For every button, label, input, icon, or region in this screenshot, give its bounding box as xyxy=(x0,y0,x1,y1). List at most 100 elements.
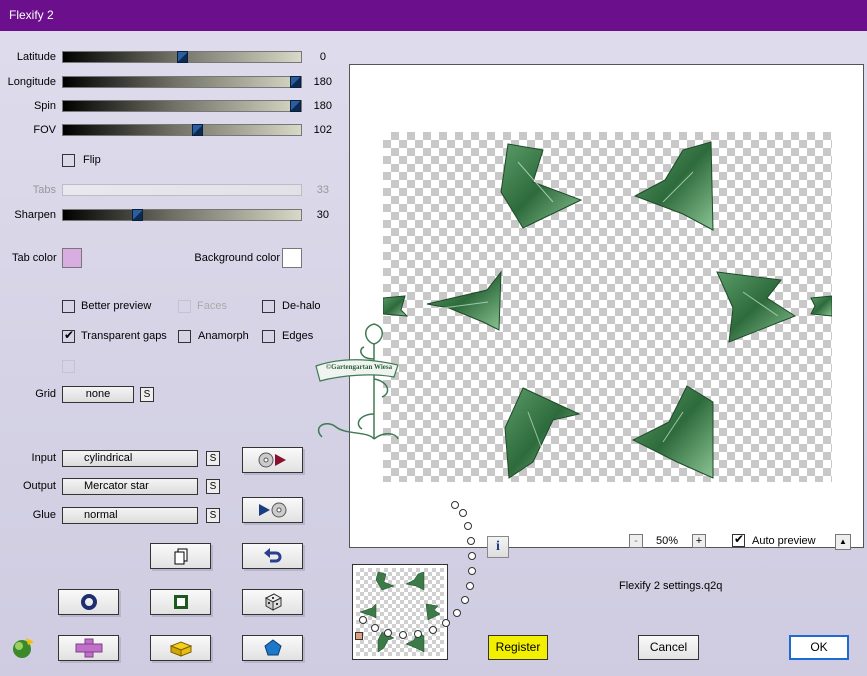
longitude-value: 180 xyxy=(313,76,332,88)
check-mark-icon: ✔ xyxy=(734,532,745,546)
glue-s-button[interactable]: S xyxy=(206,508,220,523)
background-color-swatch[interactable] xyxy=(282,248,302,268)
dice-icon xyxy=(243,590,302,614)
flexify-logo-icon xyxy=(10,636,36,663)
frame-icon xyxy=(151,590,210,614)
grid-s-button[interactable]: S xyxy=(140,387,154,402)
ring-button[interactable] xyxy=(58,589,119,615)
disc-play-icon xyxy=(243,448,302,472)
shape-top-right xyxy=(633,141,714,231)
preset-dot[interactable] xyxy=(461,596,469,604)
shape-mid-right xyxy=(716,271,797,343)
save-preset-button[interactable] xyxy=(242,497,303,523)
watermark-text: ©Gartengartan Wiesa xyxy=(325,363,393,371)
edges-label: Edges xyxy=(282,330,314,342)
watermark-logo: ©Gartengartan Wiesa xyxy=(312,319,402,447)
spin-slider-handle[interactable] xyxy=(290,100,301,112)
transparent-gaps-checkbox[interactable]: ✔ xyxy=(62,328,75,343)
grid-select[interactable]: none xyxy=(62,386,134,403)
longitude-label: Longitude xyxy=(7,76,56,88)
window-title: Flexify 2 xyxy=(9,8,54,22)
sharpen-slider[interactable] xyxy=(62,209,302,221)
output-select[interactable]: Mercator star xyxy=(62,478,198,495)
edges-checkbox[interactable] xyxy=(262,330,275,343)
preset-dot[interactable] xyxy=(429,626,437,634)
tab-color-label: Tab color xyxy=(12,252,57,264)
flip-checkbox[interactable] xyxy=(62,154,75,167)
settings-file-name: Flexify 2 settings.q2q xyxy=(619,580,723,592)
undo-icon xyxy=(243,544,302,568)
output-label: Output xyxy=(22,480,56,492)
zoom-out-button[interactable]: - xyxy=(629,534,643,548)
random-button[interactable] xyxy=(242,589,303,615)
thumbnail-preview[interactable] xyxy=(352,564,448,660)
cancel-button[interactable]: Cancel xyxy=(638,635,699,660)
preset-dot[interactable] xyxy=(399,631,407,639)
shape-bottom-left xyxy=(504,387,581,479)
shape-edge-left xyxy=(383,295,409,317)
preset-dot[interactable] xyxy=(442,619,450,627)
fov-slider[interactable] xyxy=(62,124,302,136)
register-button[interactable]: Register xyxy=(488,635,548,660)
hidden-option-checkbox xyxy=(62,360,75,373)
spin-value: 180 xyxy=(313,100,332,112)
preset-dot[interactable] xyxy=(467,537,475,545)
preview-image xyxy=(383,141,832,479)
anamorph-label: Anamorph xyxy=(198,330,249,342)
glue-select[interactable]: normal xyxy=(62,507,198,524)
input-s-button[interactable]: S xyxy=(206,451,220,466)
de-halo-checkbox[interactable] xyxy=(262,300,275,313)
fov-slider-handle[interactable] xyxy=(192,124,203,136)
transparent-gaps-label: Transparent gaps xyxy=(81,330,167,342)
auto-preview-checkbox[interactable]: ✔ xyxy=(732,532,745,547)
expand-button[interactable]: ▲ xyxy=(835,534,851,550)
latitude-slider-handle[interactable] xyxy=(177,51,188,63)
fov-label: FOV xyxy=(33,124,56,136)
preset-dot[interactable] xyxy=(468,552,476,560)
sharpen-slider-handle[interactable] xyxy=(132,209,143,221)
preset-dot[interactable] xyxy=(414,630,422,638)
cross-button[interactable] xyxy=(58,635,119,661)
preset-dot[interactable] xyxy=(464,522,472,530)
yellow-brick-icon xyxy=(151,636,210,660)
preset-dot[interactable] xyxy=(384,629,392,637)
preset-dot[interactable] xyxy=(468,567,476,575)
preset-dot[interactable] xyxy=(459,509,467,517)
preview-pane[interactable] xyxy=(349,64,864,548)
preset-dot[interactable] xyxy=(466,582,474,590)
tab-color-swatch[interactable] xyxy=(62,248,82,268)
thumbnail-corner-handle[interactable] xyxy=(355,632,363,640)
longitude-slider[interactable] xyxy=(62,76,302,88)
better-preview-checkbox[interactable] xyxy=(62,300,75,313)
check-mark-icon: ✔ xyxy=(64,328,75,342)
background-color-label: Background color xyxy=(194,252,280,264)
faces-checkbox xyxy=(178,300,191,313)
sharpen-label: Sharpen xyxy=(14,209,56,221)
sharpen-value: 30 xyxy=(316,209,329,221)
preset-dot[interactable] xyxy=(371,624,379,632)
copy-button[interactable] xyxy=(150,543,211,569)
shape-button[interactable] xyxy=(242,635,303,661)
longitude-slider-handle[interactable] xyxy=(290,76,301,88)
latitude-slider[interactable] xyxy=(62,51,302,63)
tabs-label: Tabs xyxy=(32,184,56,196)
output-s-button[interactable]: S xyxy=(206,479,220,494)
undo-button[interactable] xyxy=(242,543,303,569)
spin-label: Spin xyxy=(33,100,56,112)
preset-dot[interactable] xyxy=(359,616,367,624)
frame-button[interactable] xyxy=(150,589,211,615)
ok-button[interactable]: OK xyxy=(789,635,849,660)
preset-dot[interactable] xyxy=(453,609,461,617)
info-button[interactable]: i xyxy=(487,536,509,558)
anamorph-checkbox[interactable] xyxy=(178,330,191,343)
tabs-slider xyxy=(62,184,302,196)
ring-icon xyxy=(59,590,118,614)
purple-cross-icon xyxy=(59,636,118,660)
dialog-client: Latitude 0 Longitude 180 Spin 180 FOV 10… xyxy=(0,31,867,676)
load-preset-button[interactable] xyxy=(242,447,303,473)
brick-button[interactable] xyxy=(150,635,211,661)
preset-dot[interactable] xyxy=(451,501,459,509)
zoom-in-button[interactable]: + xyxy=(692,534,706,548)
spin-slider[interactable] xyxy=(62,100,302,112)
input-select[interactable]: cylindrical xyxy=(62,450,198,467)
